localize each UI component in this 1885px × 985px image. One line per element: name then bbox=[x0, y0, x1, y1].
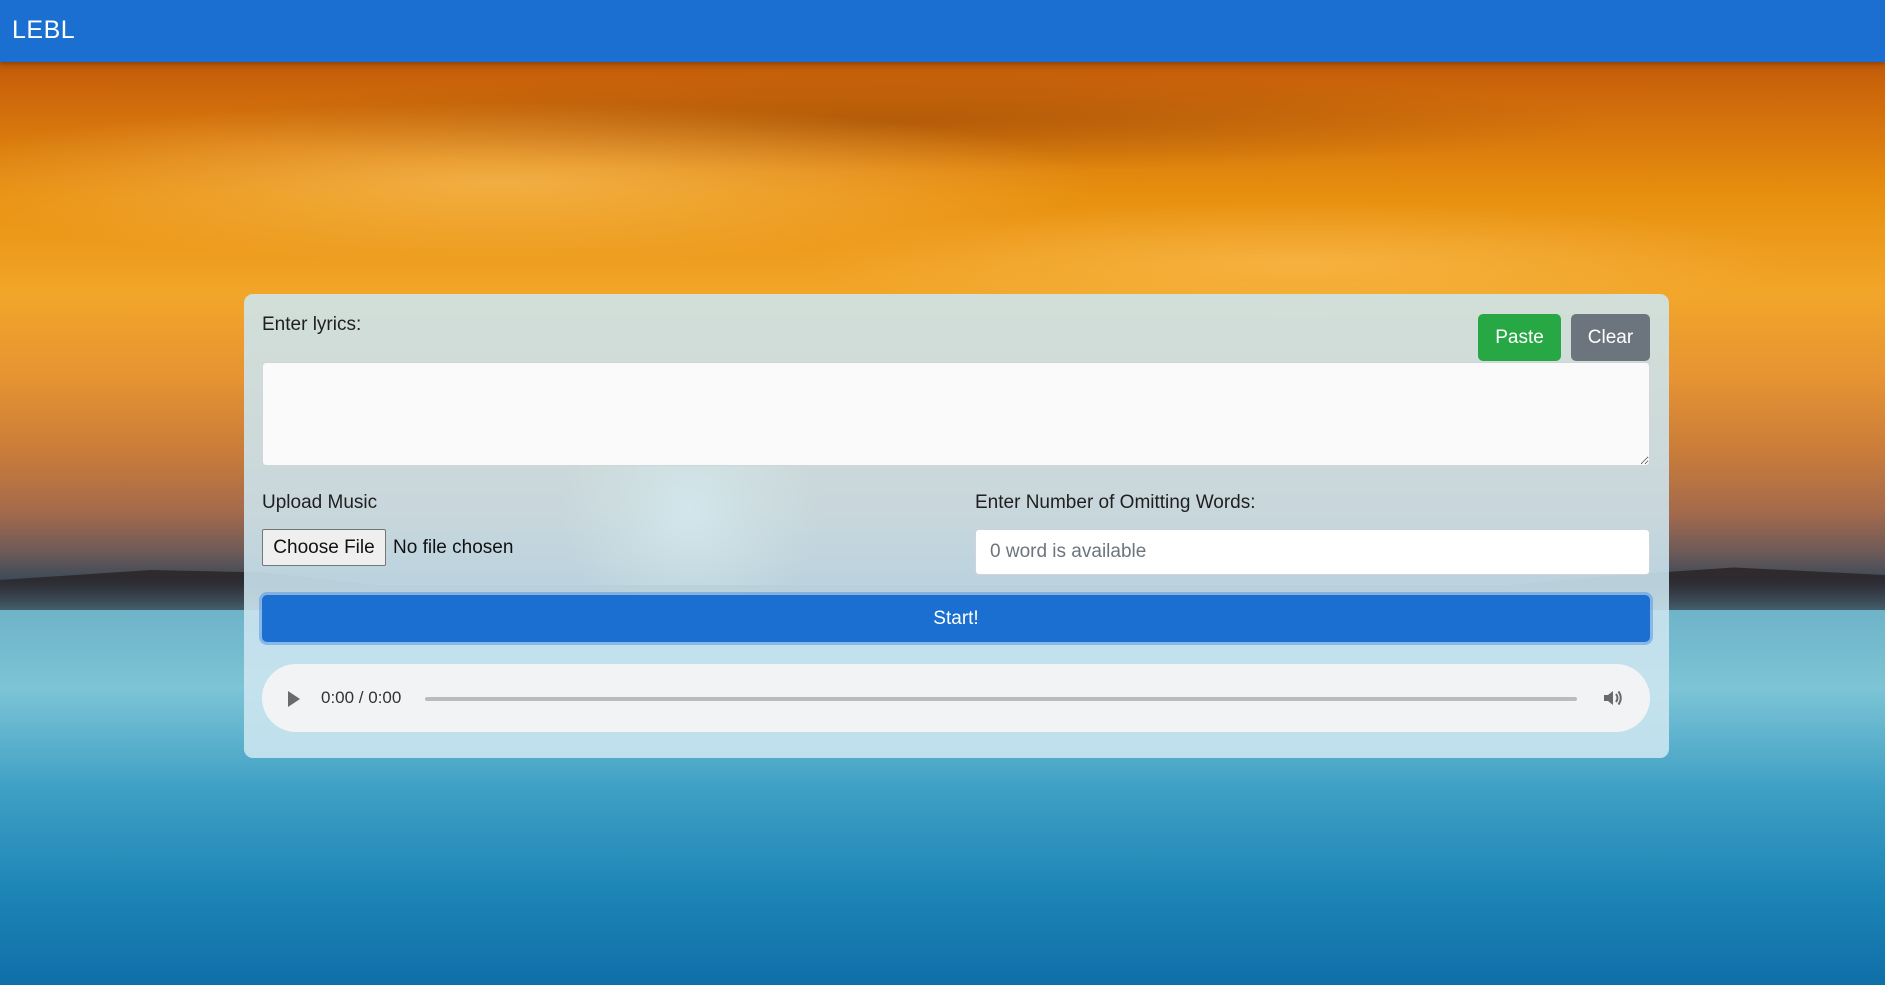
omit-words-label: Enter Number of Omitting Words: bbox=[975, 492, 1256, 513]
clear-button[interactable]: Clear bbox=[1571, 314, 1650, 361]
audio-time: 0:00 / 0:00 bbox=[321, 688, 402, 707]
play-icon[interactable] bbox=[288, 691, 300, 707]
lyrics-textarea[interactable] bbox=[262, 362, 1650, 466]
page: LEBL Enter lyrics: Paste Clear Upload Mu… bbox=[0, 0, 1885, 985]
upload-music-label: Upload Music bbox=[262, 492, 378, 513]
paste-button[interactable]: Paste bbox=[1478, 314, 1561, 361]
lyrics-label: Enter lyrics: bbox=[262, 314, 362, 335]
audio-progress-bar[interactable] bbox=[425, 697, 1577, 701]
choose-file-button[interactable]: Choose File bbox=[262, 529, 386, 566]
navbar: LEBL bbox=[0, 0, 1885, 62]
audio-player: 0:00 / 0:00 bbox=[262, 664, 1650, 732]
file-status-text: No file chosen bbox=[393, 537, 514, 558]
lyrics-form-card: Enter lyrics: Paste Clear Upload Music C… bbox=[244, 294, 1669, 758]
omit-words-input[interactable] bbox=[975, 529, 1650, 575]
start-button[interactable]: Start! bbox=[262, 595, 1650, 642]
brand-logo[interactable]: LEBL bbox=[12, 16, 75, 45]
volume-icon[interactable] bbox=[1602, 688, 1624, 708]
